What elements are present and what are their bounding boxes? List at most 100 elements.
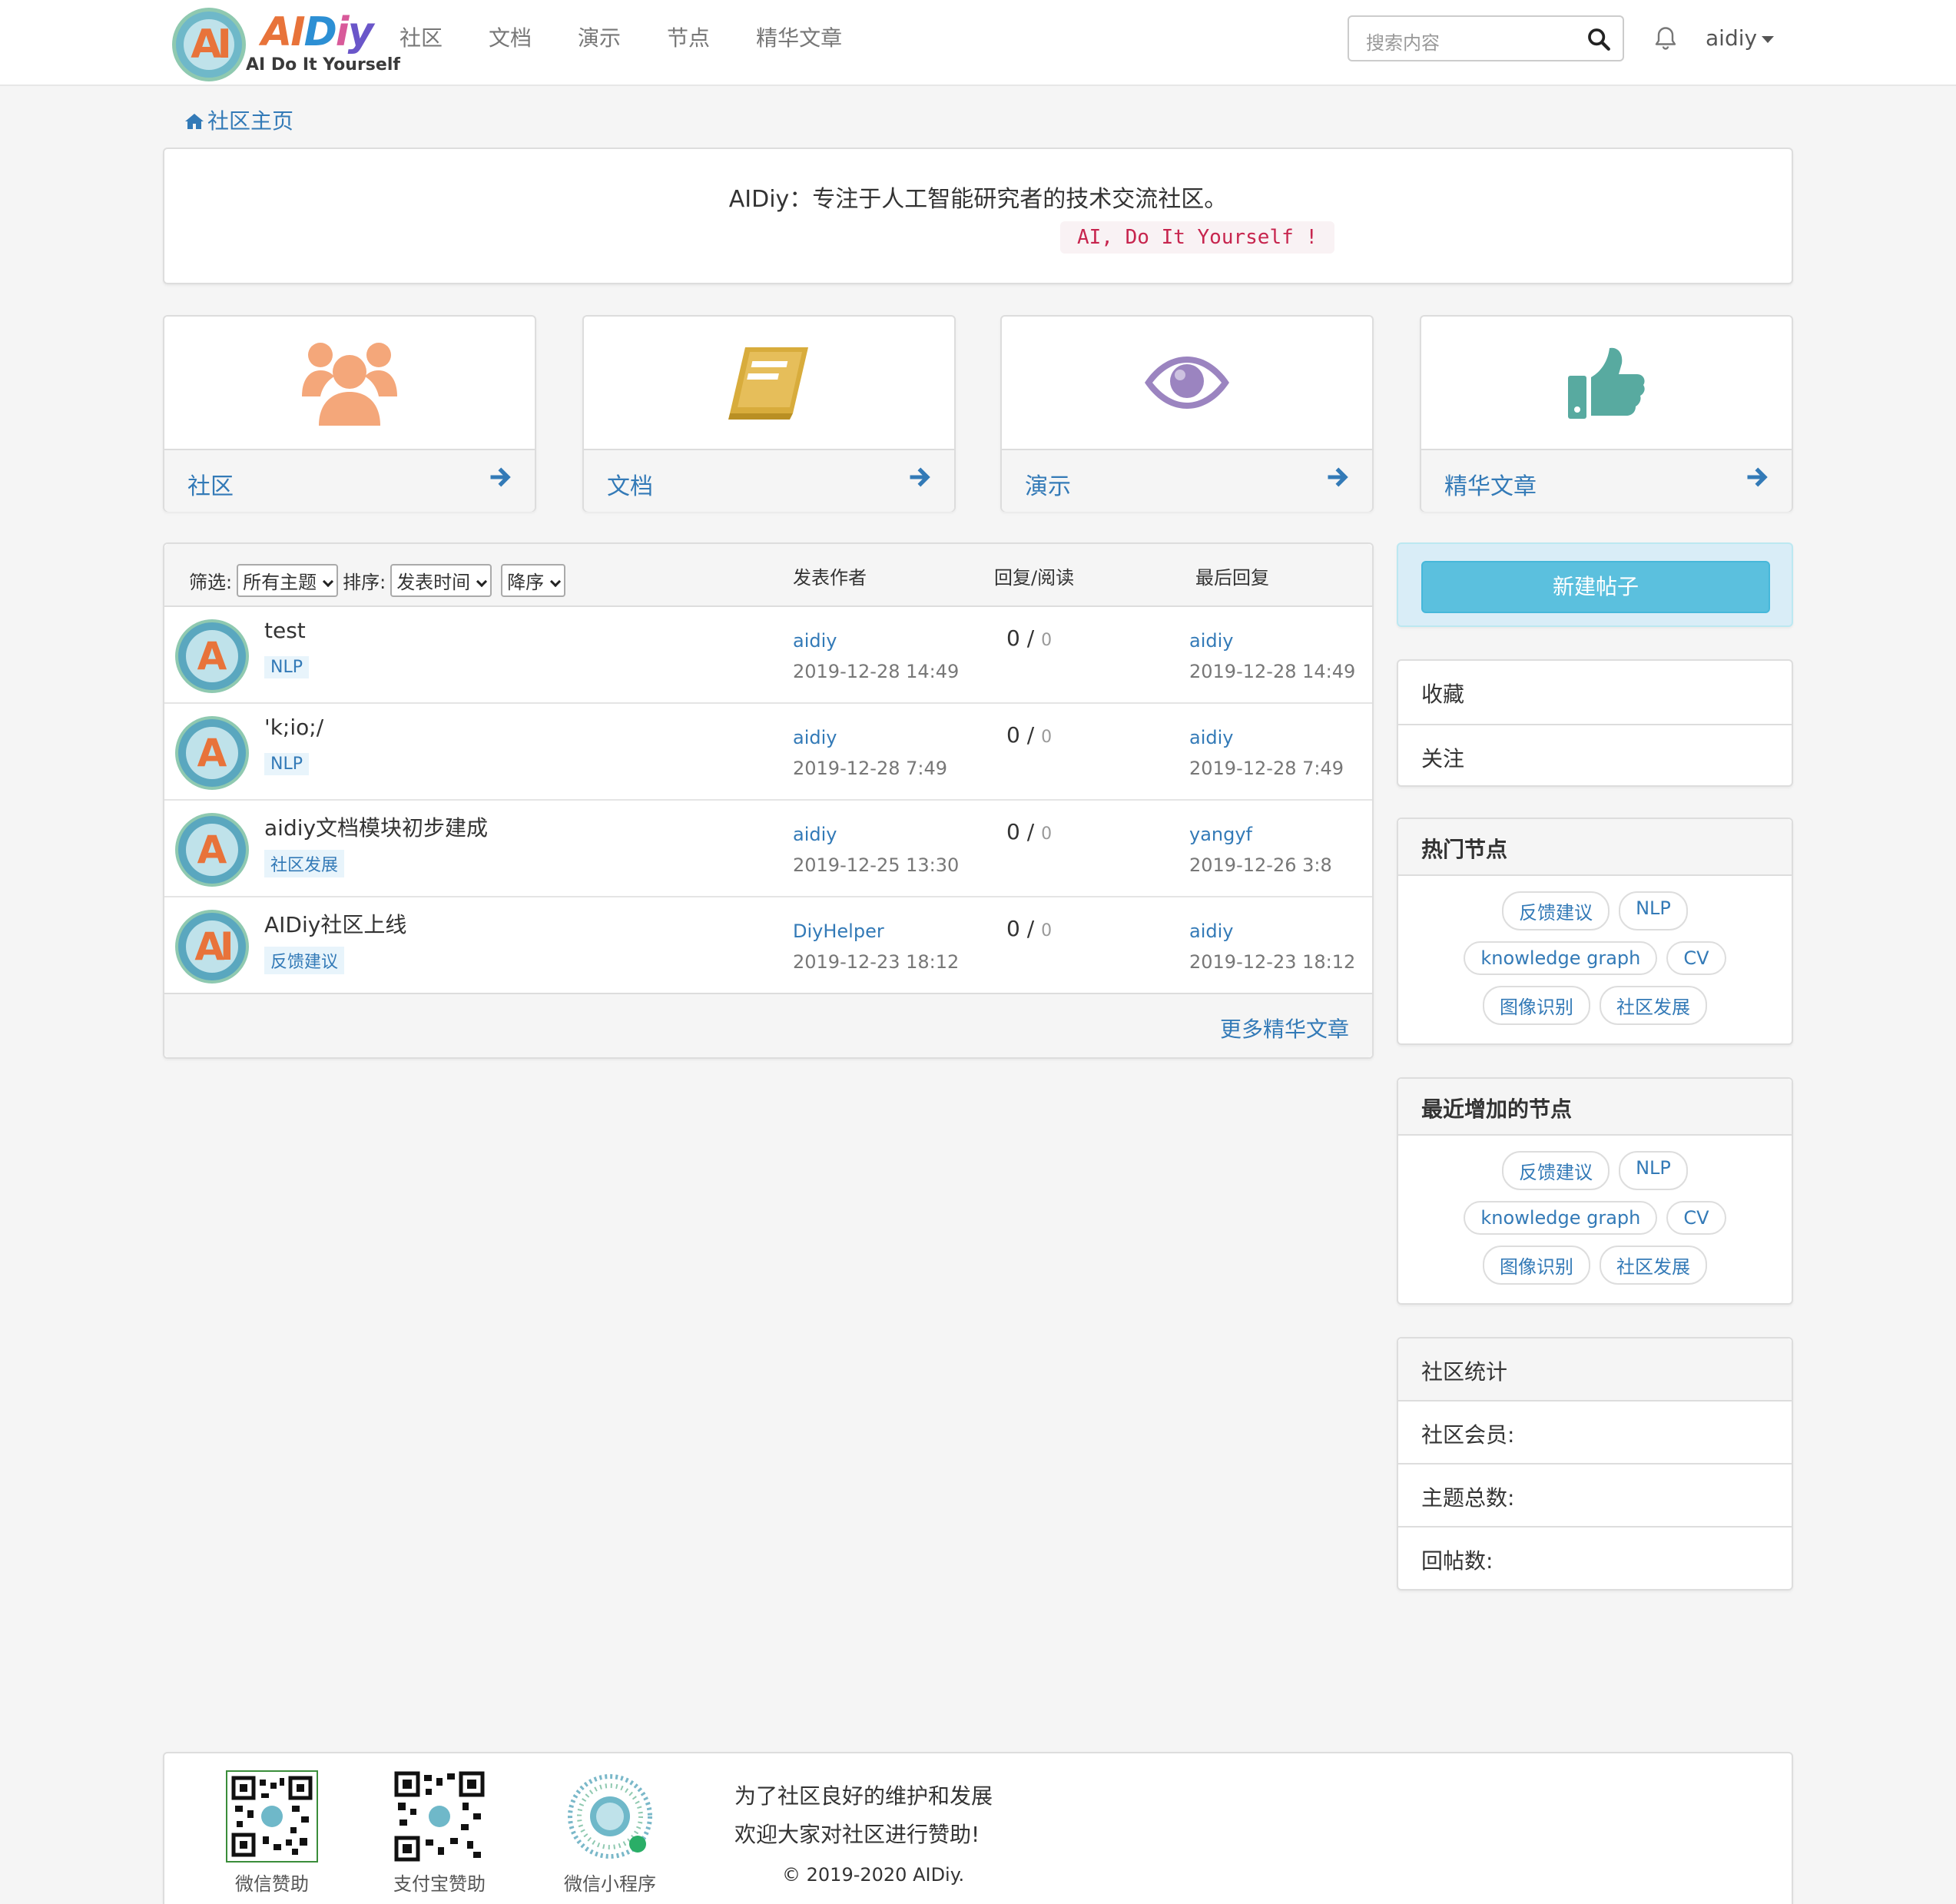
nav-community[interactable]: 社区	[399, 23, 443, 54]
last-reply-time: 2019-12-28 7:49	[1189, 758, 1344, 779]
topic-time: 2019-12-23 18:12	[793, 951, 960, 973]
nav-demo[interactable]: 演示	[578, 23, 621, 54]
nav-featured[interactable]: 精华文章	[756, 23, 842, 54]
breadcrumb[interactable]: 社区主页	[184, 104, 293, 135]
last-reply-user[interactable]: aidiy	[1189, 630, 1233, 652]
favorites-link[interactable]: 收藏	[1398, 661, 1792, 724]
card-demo[interactable]: 演示	[1000, 315, 1374, 512]
more-featured-link[interactable]: 更多精华文章	[1220, 1013, 1349, 1043]
avatar[interactable]: AI	[175, 910, 249, 984]
avatar[interactable]: A	[175, 716, 249, 790]
avatar[interactable]: A	[175, 813, 249, 887]
topic-time: 2019-12-25 13:30	[793, 854, 960, 876]
node-tag[interactable]: NLP	[1619, 1151, 1688, 1190]
reply-read-count: 0 / 0	[1006, 625, 1053, 651]
alipay-qr-code	[393, 1770, 486, 1863]
node-tag[interactable]: 反馈建议	[1502, 891, 1610, 930]
node-tag[interactable]: CV	[1666, 1201, 1726, 1235]
sort-select[interactable]: 发表时间	[390, 564, 492, 597]
topic-time: 2019-12-28 14:49	[793, 661, 960, 682]
site-logo[interactable]: AI AIDiy AI Do It Yourself	[172, 8, 400, 81]
home-icon	[185, 114, 204, 129]
node-tag[interactable]: knowledge graph	[1464, 1201, 1658, 1235]
card-community[interactable]: 社区	[163, 315, 536, 512]
table-header: 筛选: 所有主题 排序: 发表时间 降序 发表作者 回复/阅读 最后回复	[164, 544, 1372, 607]
new-post-button[interactable]: 新建帖子	[1421, 561, 1770, 613]
last-reply-user[interactable]: aidiy	[1189, 920, 1233, 942]
order-select[interactable]: 降序	[501, 564, 566, 597]
card-label: 演示	[1025, 473, 1071, 500]
sort-label: 排序:	[343, 572, 386, 593]
logo-wordmark: AIDiy	[261, 9, 373, 55]
recent-nodes-panel: 最近增加的节点 反馈建议 NLP knowledge graph CV 图像识别…	[1397, 1077, 1793, 1305]
filter-select[interactable]: 所有主题	[237, 564, 339, 597]
topic-tag[interactable]: 社区发展	[264, 850, 345, 877]
node-tag[interactable]: NLP	[1619, 891, 1688, 930]
card-label: 文档	[607, 473, 653, 500]
last-reply-user[interactable]: aidiy	[1189, 727, 1233, 748]
panel-title: 热门节点	[1398, 819, 1792, 876]
community-stats-panel: 社区统计 社区会员: 主题总数: 回帖数:	[1397, 1337, 1793, 1591]
last-reply-time: 2019-12-28 14:49	[1189, 661, 1356, 682]
arrow-right-icon	[1328, 467, 1348, 487]
topic-tag[interactable]: NLP	[264, 753, 309, 775]
caret-down-icon	[1762, 35, 1775, 43]
card-docs[interactable]: 文档	[582, 315, 956, 512]
node-tag[interactable]: 图像识别	[1483, 986, 1590, 1025]
topic-title[interactable]: aidiy文档模块初步建成	[264, 811, 488, 842]
mini-program-code	[567, 1773, 653, 1859]
users-icon	[302, 343, 397, 426]
arrow-right-icon	[910, 467, 930, 487]
panel-title: 最近增加的节点	[1398, 1079, 1792, 1136]
topic-tag[interactable]: 反馈建议	[264, 947, 345, 974]
topic-title[interactable]: test	[264, 618, 306, 643]
avatar[interactable]: A	[175, 619, 249, 693]
last-reply-user[interactable]: yangyf	[1189, 824, 1252, 845]
topic-title[interactable]: 'k;io;/	[264, 715, 323, 740]
bell-icon[interactable]	[1652, 25, 1679, 52]
table-row: A 'k;io;/ NLP aidiy 2019-12-28 7:49 0 / …	[164, 704, 1372, 801]
arrow-right-icon	[1747, 467, 1768, 487]
node-tag[interactable]: CV	[1666, 941, 1726, 975]
topic-title[interactable]: AIDiy社区上线	[264, 908, 406, 939]
topic-tag[interactable]: NLP	[264, 656, 309, 678]
col-last-reply: 最后回复	[1195, 567, 1269, 589]
topic-author[interactable]: aidiy	[793, 824, 837, 845]
nav-docs[interactable]: 文档	[489, 23, 532, 54]
nav-nodes[interactable]: 节点	[667, 23, 710, 54]
qr-label: 支付宝赞助	[393, 1873, 486, 1895]
reply-read-count: 0 / 0	[1006, 819, 1053, 844]
new-post-panel: 新建帖子	[1397, 542, 1793, 627]
topic-table: 筛选: 所有主题 排序: 发表时间 降序 发表作者 回复/阅读 最后回复 A t…	[163, 542, 1374, 1059]
node-tag[interactable]: 社区发展	[1600, 1246, 1707, 1285]
search-input[interactable]: 搜索内容	[1348, 15, 1624, 61]
site-tagline: AIDiy：专注于人工智能研究者的技术交流社区。	[728, 186, 1228, 213]
following-link[interactable]: 关注	[1398, 724, 1792, 787]
search-icon[interactable]	[1586, 26, 1612, 52]
chevron-down-icon	[476, 576, 488, 588]
sponsor-invite: 欢迎大家对社区进行赞助!	[734, 1822, 980, 1847]
node-tag[interactable]: 图像识别	[1483, 1246, 1590, 1285]
node-tag[interactable]: knowledge graph	[1464, 941, 1658, 975]
user-menu[interactable]: aidiy	[1706, 23, 1775, 54]
main-nav: 社区 文档 演示 节点 精华文章	[399, 23, 888, 54]
col-stats: 回复/阅读	[994, 567, 1075, 589]
chevron-down-icon	[323, 576, 334, 588]
table-footer: 更多精华文章	[164, 994, 1372, 1057]
last-reply-time: 2019-12-23 18:12	[1189, 951, 1356, 973]
topic-author[interactable]: DiyHelper	[793, 920, 884, 942]
topic-author[interactable]: aidiy	[793, 727, 837, 748]
navbar: AI AIDiy AI Do It Yourself 社区 文档 演示 节点 精…	[0, 0, 1956, 86]
search-placeholder: 搜索内容	[1366, 32, 1440, 54]
table-row: AI AIDiy社区上线 反馈建议 DiyHelper 2019-12-23 1…	[164, 897, 1372, 994]
node-tag[interactable]: 社区发展	[1600, 986, 1707, 1025]
eye-icon	[1145, 357, 1229, 409]
wechat-qr-code	[226, 1770, 318, 1863]
stat-replies: 回帖数:	[1421, 1548, 1494, 1574]
card-featured[interactable]: 精华文章	[1420, 315, 1793, 512]
logo-badge: AI	[172, 8, 246, 81]
table-row: A test NLP aidiy 2019-12-28 14:49 0 / 0 …	[164, 607, 1372, 704]
topic-author[interactable]: aidiy	[793, 630, 837, 652]
node-tag[interactable]: 反馈建议	[1502, 1151, 1610, 1190]
table-row: A aidiy文档模块初步建成 社区发展 aidiy 2019-12-25 13…	[164, 801, 1372, 897]
